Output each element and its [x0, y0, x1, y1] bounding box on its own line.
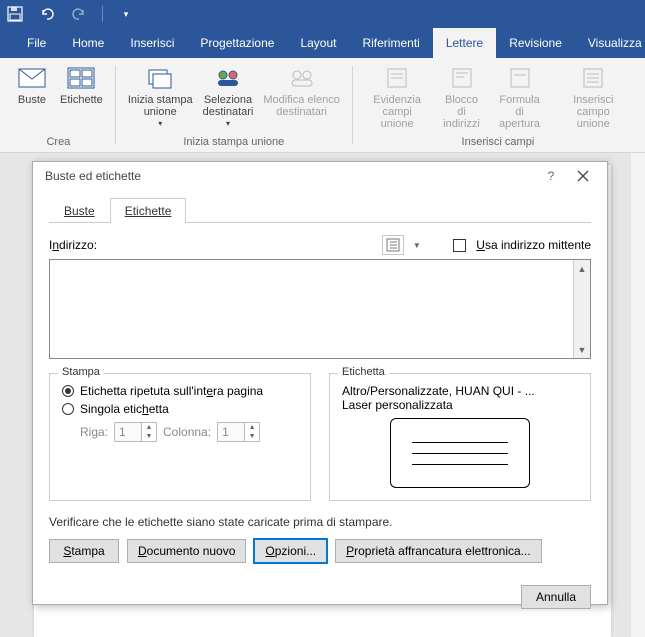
etichetta-line1: Altro/Personalizzate, HUAN QUI - ... — [342, 384, 578, 398]
textarea-scrollbar[interactable]: ▲ ▼ — [573, 260, 590, 358]
colonna-input — [218, 423, 244, 441]
documento-nuovo-button[interactable]: Documento nuovo — [127, 539, 246, 563]
spin-down-icon: ▼ — [245, 432, 259, 441]
tab-home[interactable]: Home — [59, 28, 117, 58]
tab-etichette-dialog[interactable]: Etichette — [110, 198, 187, 223]
scroll-up-icon[interactable]: ▲ — [574, 260, 590, 277]
radio-intera-pagina[interactable] — [62, 385, 74, 397]
dialog-title: Buste ed etichette — [45, 169, 535, 183]
chevron-down-icon: ▾ — [158, 119, 162, 128]
stampa-button[interactable]: Stampa — [49, 539, 119, 563]
annulla-button[interactable]: Annulla — [521, 585, 591, 609]
fieldset-stampa: Stampa Etichetta ripetuta sull'intera pa… — [49, 373, 311, 501]
tab-revisione[interactable]: Revisione — [496, 28, 575, 58]
save-icon[interactable] — [6, 5, 24, 23]
people-icon — [212, 64, 244, 92]
help-button[interactable]: ? — [535, 162, 567, 190]
colonna-label: Colonna: — [163, 425, 211, 439]
stampa-legend: Stampa — [58, 366, 104, 378]
etichetta-legend: Etichetta — [338, 366, 389, 378]
close-button[interactable] — [567, 162, 599, 190]
tab-riferimenti[interactable]: Riferimenti — [349, 28, 432, 58]
indirizzo-label: Indirizzo: — [49, 238, 376, 252]
riga-spinner: ▲▼ — [114, 422, 157, 442]
labels-icon — [65, 64, 97, 92]
inserisci-campo-unione-button: Inserisci campo unione — [552, 62, 635, 132]
usa-mittente-label: Usa indirizzo mittente — [476, 238, 591, 252]
tab-lettere[interactable]: Lettere — [433, 28, 496, 58]
mailmerge-start-icon — [144, 64, 176, 92]
riga-input — [115, 423, 141, 441]
radio-intera-pagina-label: Etichetta ripetuta sull'intera pagina — [80, 384, 263, 398]
spin-up-icon: ▲ — [245, 423, 259, 432]
verify-note: Verificare che le etichette siano state … — [49, 515, 591, 529]
tab-progettazione[interactable]: Progettazione — [187, 28, 287, 58]
etichetta-line2: Laser personalizzata — [342, 398, 578, 412]
dialog-titlebar: Buste ed etichette ? — [33, 162, 607, 190]
address-book-dropdown[interactable]: ▼ — [410, 235, 423, 255]
buste-button[interactable]: Buste — [10, 62, 54, 108]
spin-down-icon: ▼ — [142, 432, 156, 441]
modifica-elenco-button: Modifica elenco destinatari — [259, 62, 343, 120]
formula-apertura-button: Formula di apertura — [490, 62, 550, 132]
edit-list-icon — [286, 64, 318, 92]
group-label-crea: Crea — [10, 136, 107, 150]
blocco-indirizzi-button: Blocco di indirizzi — [435, 62, 487, 132]
highlight-fields-icon — [381, 64, 413, 92]
etichette-button[interactable]: Etichette — [56, 62, 107, 108]
ribbon-group-inserisci-campi: Evidenzia campi unione Blocco di indiriz… — [355, 58, 641, 152]
group-label-inserisci-campi: Inserisci campi — [361, 136, 635, 150]
proprieta-affrancatura-button[interactable]: Proprietà affrancatura elettronica... — [335, 539, 542, 563]
inizia-stampa-unione-button[interactable]: Inizia stampa unione ▾ — [124, 62, 197, 130]
tab-inserisci[interactable]: Inserisci — [117, 28, 187, 58]
usa-mittente-checkbox[interactable] — [453, 239, 466, 252]
merge-field-icon — [577, 64, 609, 92]
tab-layout[interactable]: Layout — [287, 28, 349, 58]
group-label-inizia: Inizia stampa unione — [124, 136, 344, 150]
redo-icon[interactable] — [70, 5, 88, 23]
ribbon-group-inizia: Inizia stampa unione ▾ Seleziona destina… — [118, 58, 350, 152]
tab-buste-dialog[interactable]: Buste — [49, 198, 110, 223]
tab-visualizza[interactable]: Visualizza — [575, 28, 645, 58]
greeting-line-icon — [504, 64, 536, 92]
address-book-button[interactable] — [382, 235, 404, 255]
ribbon-tabs: File Home Inserisci Progettazione Layout… — [0, 28, 645, 58]
fieldset-etichetta[interactable]: Etichetta Altro/Personalizzate, HUAN QUI… — [329, 373, 591, 501]
close-icon — [577, 170, 589, 182]
indirizzo-textarea[interactable]: ▲ ▼ — [49, 259, 591, 359]
ribbon-group-crea: Buste Etichette Crea — [4, 58, 113, 152]
customize-qat-icon[interactable]: ▾ — [117, 5, 135, 23]
riga-label: Riga: — [80, 425, 108, 439]
opzioni-button[interactable]: Opzioni... — [254, 539, 327, 563]
label-preview-icon — [390, 418, 530, 488]
address-block-icon — [446, 64, 478, 92]
seleziona-destinatari-button[interactable]: Seleziona destinatari ▾ — [199, 62, 258, 130]
scroll-down-icon[interactable]: ▼ — [574, 341, 590, 358]
ribbon: Buste Etichette Crea Inizia stampa union… — [0, 58, 645, 153]
dialog-buste-etichette: Buste ed etichette ? Buste Etichette Ind… — [32, 161, 608, 605]
colonna-spinner: ▲▼ — [217, 422, 260, 442]
radio-singola-etichetta-label: Singola etichetta — [80, 402, 169, 416]
chevron-down-icon: ▾ — [226, 119, 230, 128]
spin-up-icon: ▲ — [142, 423, 156, 432]
envelope-icon — [16, 64, 48, 92]
undo-icon[interactable] — [38, 5, 56, 23]
address-book-icon — [386, 238, 400, 252]
dialog-tabs: Buste Etichette — [49, 198, 591, 223]
radio-singola-etichetta[interactable] — [62, 403, 74, 415]
quick-access-toolbar: ▾ — [0, 0, 645, 28]
evidenzia-campi-button: Evidenzia campi unione — [361, 62, 434, 132]
tab-file[interactable]: File — [14, 28, 59, 58]
